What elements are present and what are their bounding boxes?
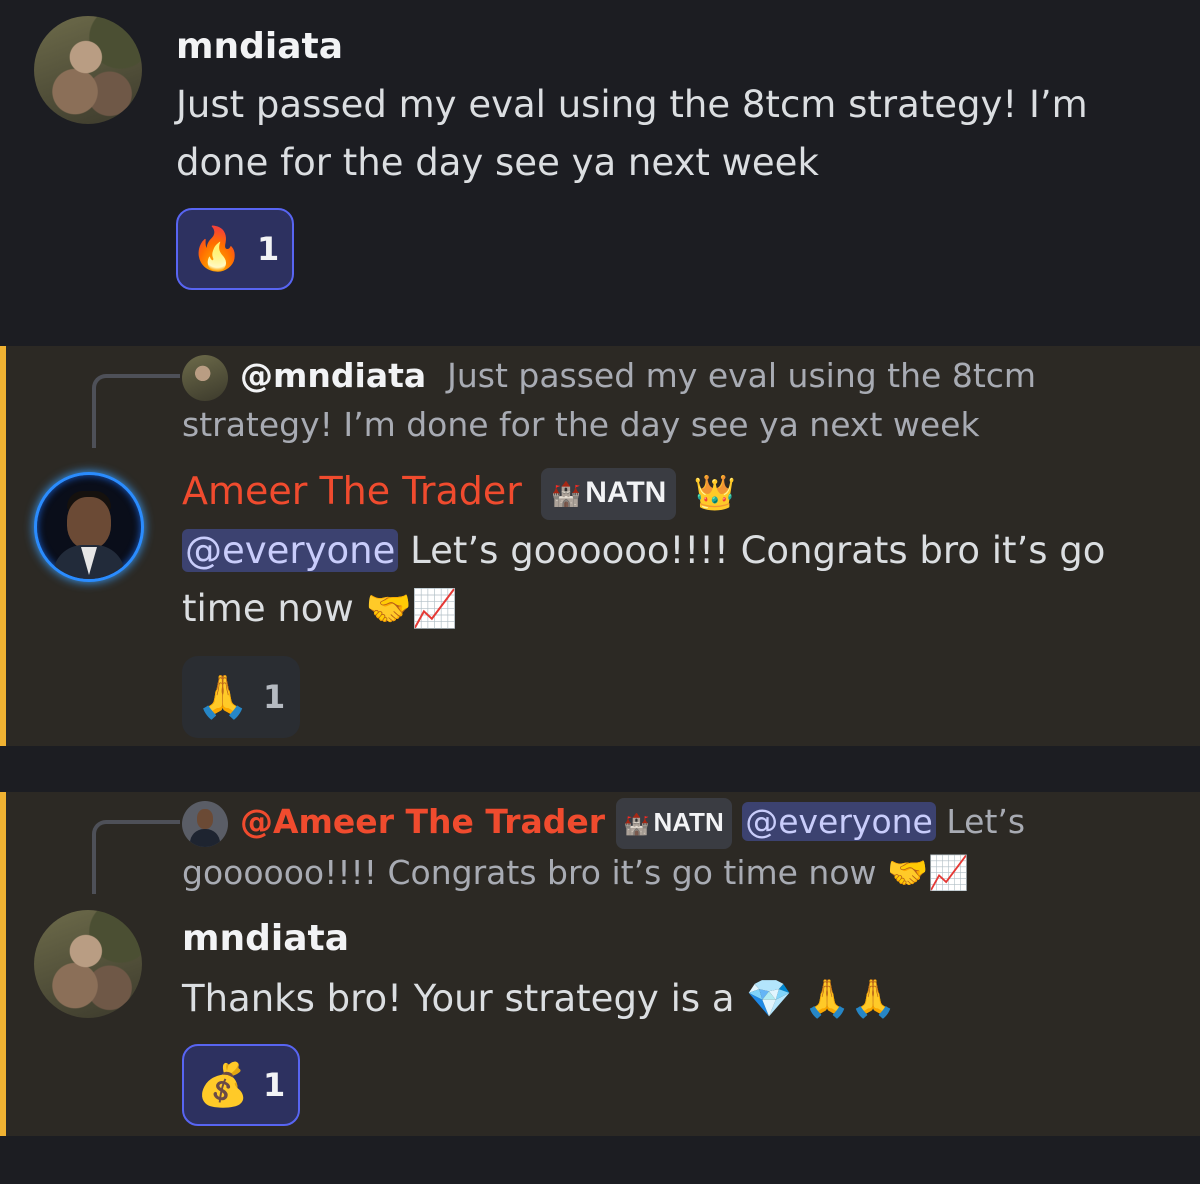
- reply-preview[interactable]: @mndiata Just passed my eval using the 8…: [182, 352, 1182, 449]
- reaction-count: 1: [263, 678, 286, 716]
- pray-icon: 🙏: [196, 672, 250, 721]
- avatar-mndiata[interactable]: [34, 16, 142, 124]
- reply-author[interactable]: @mndiata: [240, 356, 426, 395]
- fire-icon: 🔥: [190, 224, 244, 273]
- castle-icon: 🏰: [623, 813, 650, 836]
- message-text-block: @everyone Let’s goooooo!!!! Congrats bro…: [182, 522, 1182, 638]
- username[interactable]: Ameer The Trader: [182, 469, 522, 513]
- reaction-pray[interactable]: 🙏 1: [182, 656, 300, 738]
- reaction-money-bag[interactable]: 💰 1: [182, 1044, 300, 1126]
- everyone-mention: @everyone: [742, 802, 936, 841]
- handshake-chart-icons: 🤝📈: [365, 587, 458, 630]
- username[interactable]: mndiata: [182, 916, 349, 962]
- reply-connector: [92, 374, 180, 448]
- reply-avatar: [182, 354, 228, 401]
- reaction-fire[interactable]: 🔥 1: [176, 208, 294, 290]
- money-bag-icon: 💰: [196, 1060, 250, 1109]
- username-row: Ameer The Trader 🏰 NATN 👑: [182, 468, 736, 520]
- tag-label: NATN: [585, 476, 667, 509]
- username[interactable]: mndiata: [176, 24, 343, 70]
- reply-preview[interactable]: @Ameer The Trader 🏰 NATN @everyone Let’s …: [182, 798, 1182, 897]
- message-1: mndiata Just passed my eval using the 8t…: [0, 0, 1200, 340]
- reaction-count: 1: [257, 230, 280, 268]
- castle-icon: 🏰: [551, 481, 582, 508]
- message-text: Thanks bro! Your strategy is a: [182, 977, 735, 1020]
- role-tag[interactable]: 🏰 NATN: [541, 468, 677, 520]
- reply-avatar: [182, 800, 228, 847]
- message-2: @mndiata Just passed my eval using the 8…: [0, 346, 1200, 746]
- gem-pray-icons: 💎 🙏🙏: [746, 977, 897, 1020]
- reply-role-tag: 🏰 NATN: [615, 798, 732, 849]
- reply-author[interactable]: @Ameer The Trader: [240, 802, 605, 841]
- everyone-mention[interactable]: @everyone: [182, 529, 399, 572]
- handshake-chart-icons: 🤝📈: [887, 853, 970, 892]
- avatar-mndiata[interactable]: [34, 910, 142, 1018]
- reply-connector: [92, 820, 180, 894]
- crown-icon: 👑: [693, 473, 737, 513]
- reaction-count: 1: [263, 1066, 286, 1104]
- tag-label: NATN: [653, 807, 724, 837]
- message-3: @Ameer The Trader 🏰 NATN @everyone Let’s …: [0, 792, 1200, 1136]
- avatar-ameer[interactable]: [34, 472, 144, 582]
- message-text-block: Thanks bro! Your strategy is a 💎 🙏🙏: [182, 970, 1182, 1028]
- avatar-face: [67, 497, 111, 549]
- message-text: Just passed my eval using the 8tcm strat…: [176, 83, 1088, 184]
